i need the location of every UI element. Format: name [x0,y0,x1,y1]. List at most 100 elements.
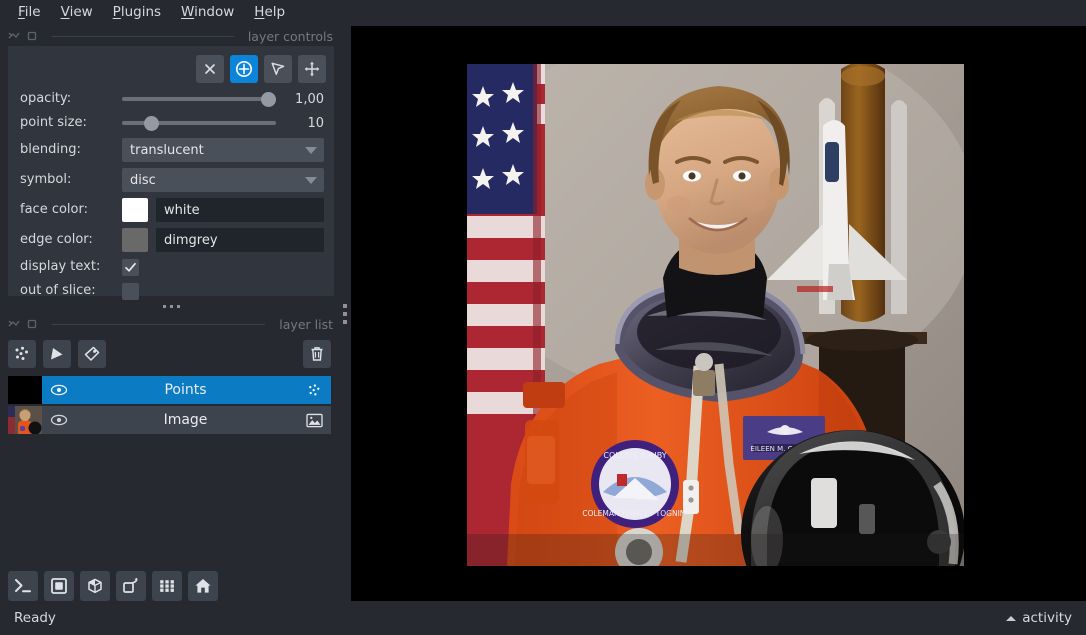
close-dock-icon[interactable] [26,318,38,330]
grid-view-button[interactable] [152,571,182,601]
point-size-slider-handle[interactable] [143,116,159,131]
menu-plugins[interactable]: Plugins [103,3,171,24]
menu-help[interactable]: Help [244,3,295,24]
opacity-label: opacity: [20,91,72,106]
astronaut-photo: COLLINS ASHBY COLEMAN HAWLEY TOGNINI EIL… [467,64,964,566]
out-of-slice-checkbox[interactable] [122,282,139,300]
edge-color-row: dimgrey [122,228,324,252]
blending-select[interactable]: translucent [122,138,324,162]
blending-value: translucent [130,142,204,158]
points-controls-grid: opacity: 1,00 point size: 10 blending: t… [8,84,334,300]
viewer-buttons-bar [8,571,218,601]
layer-thumbnail-image [8,406,42,435]
svg-text:COLEMAN HAWLEY TOGNINI: COLEMAN HAWLEY TOGNINI [582,509,687,518]
layer-rows: Points Image [0,368,339,435]
layer-row-image[interactable]: Image [8,406,331,435]
blending-label: blending: [20,142,81,157]
status-bar: Ready activity [0,601,1086,635]
svg-text:COLLINS ASHBY: COLLINS ASHBY [603,451,666,460]
new-labels-layer-button[interactable] [78,340,106,368]
float-dock-icon[interactable] [8,30,20,42]
opacity-slider[interactable] [122,90,276,108]
face-color-swatch[interactable] [122,198,148,222]
status-message: Ready [14,610,56,626]
symbol-select[interactable]: disc [122,168,324,192]
image-icon [303,413,323,428]
splitter-dot [169,304,173,308]
console-button[interactable] [8,571,38,601]
float-dock-icon[interactable] [8,318,20,330]
blending-row: translucent [122,138,324,162]
face-color-row: white [122,198,324,222]
layer-list-panel: layer list Points Image [0,314,339,436]
visibility-toggle-image[interactable] [50,413,68,427]
ndisplay-3d-button[interactable] [80,571,110,601]
points-icon [303,382,323,399]
opacity-slider-track [122,97,276,101]
layer-list-buttons [0,334,339,368]
splitter-dot [343,303,347,308]
layer-row-points[interactable]: Points [8,376,331,404]
chevron-up-icon [1006,615,1017,621]
edge-color-swatch[interactable] [122,228,148,252]
splitter-dot [162,304,166,308]
pan-zoom-button[interactable] [298,55,326,83]
layer-name-points: Points [164,382,207,398]
new-points-layer-button[interactable] [8,340,36,368]
menu-bar: File View Plugins Window Help [0,0,1086,26]
new-shapes-layer-button[interactable] [43,340,71,368]
activity-label: activity [1022,610,1072,626]
reset-view-button[interactable] [188,571,218,601]
edge-color-label: edge color: [20,232,93,247]
out-of-slice-row [122,282,324,300]
menu-file[interactable]: File [8,3,51,24]
layer-controls-dock-header: layer controls [0,26,339,46]
viewer-canvas[interactable]: COLLINS ASHBY COLEMAN HAWLEY TOGNINI EIL… [351,26,1086,601]
layer-thumbnail-points [8,376,42,404]
dock-divider [52,323,266,325]
astronaut-image-layer: COLLINS ASHBY COLEMAN HAWLEY TOGNINI EIL… [467,64,964,566]
add-points-button[interactable] [230,55,258,83]
dock-horizontal-splitter[interactable] [8,298,334,314]
layer-list-dock-header: layer list [0,314,339,334]
activity-button[interactable]: activity [1006,610,1072,626]
delete-selected-points-button[interactable] [196,55,224,83]
chevron-down-icon [305,177,317,184]
menu-window[interactable]: Window [171,3,244,24]
display-text-label: display text: [20,259,101,274]
symbol-label: symbol: [20,172,72,187]
edge-color-input[interactable]: dimgrey [156,228,324,252]
symbol-value: disc [130,172,156,188]
splitter-dot [176,304,180,308]
splitter-dot [343,319,347,324]
splitter-dot [343,311,347,316]
point-size-value: 10 [307,115,324,131]
point-size-slider[interactable] [122,114,276,132]
layer-list-title: layer list [279,316,333,332]
face-color-label: face color: [20,202,88,217]
roll-dims-button[interactable] [116,571,146,601]
opacity-slider-handle[interactable] [261,92,276,107]
menu-view[interactable]: View [51,3,103,24]
chevron-down-icon [305,147,317,154]
points-tool-buttons [8,46,334,84]
opacity-value: 1,00 [295,91,324,107]
display-text-row [122,258,324,276]
left-dock-area: layer controls opacity: 1,00 point size:… [0,26,339,601]
ndisplay-toggle-button[interactable] [44,571,74,601]
visibility-toggle-points[interactable] [50,383,68,397]
select-points-button[interactable] [264,55,292,83]
layer-controls-title: layer controls [247,28,333,44]
face-color-input[interactable]: white [156,198,324,222]
layer-name-image: Image [163,412,208,428]
delete-layer-button[interactable] [303,340,331,368]
close-dock-icon[interactable] [26,30,38,42]
opacity-row: 1,00 [122,90,324,108]
dock-divider [52,35,234,37]
point-size-row: 10 [122,114,324,132]
symbol-row: disc [122,168,324,192]
point-size-label: point size: [20,115,87,130]
layer-controls-panel: opacity: 1,00 point size: 10 blending: t… [8,46,334,300]
display-text-checkbox[interactable] [122,258,139,276]
main-vertical-splitter[interactable] [339,26,351,601]
